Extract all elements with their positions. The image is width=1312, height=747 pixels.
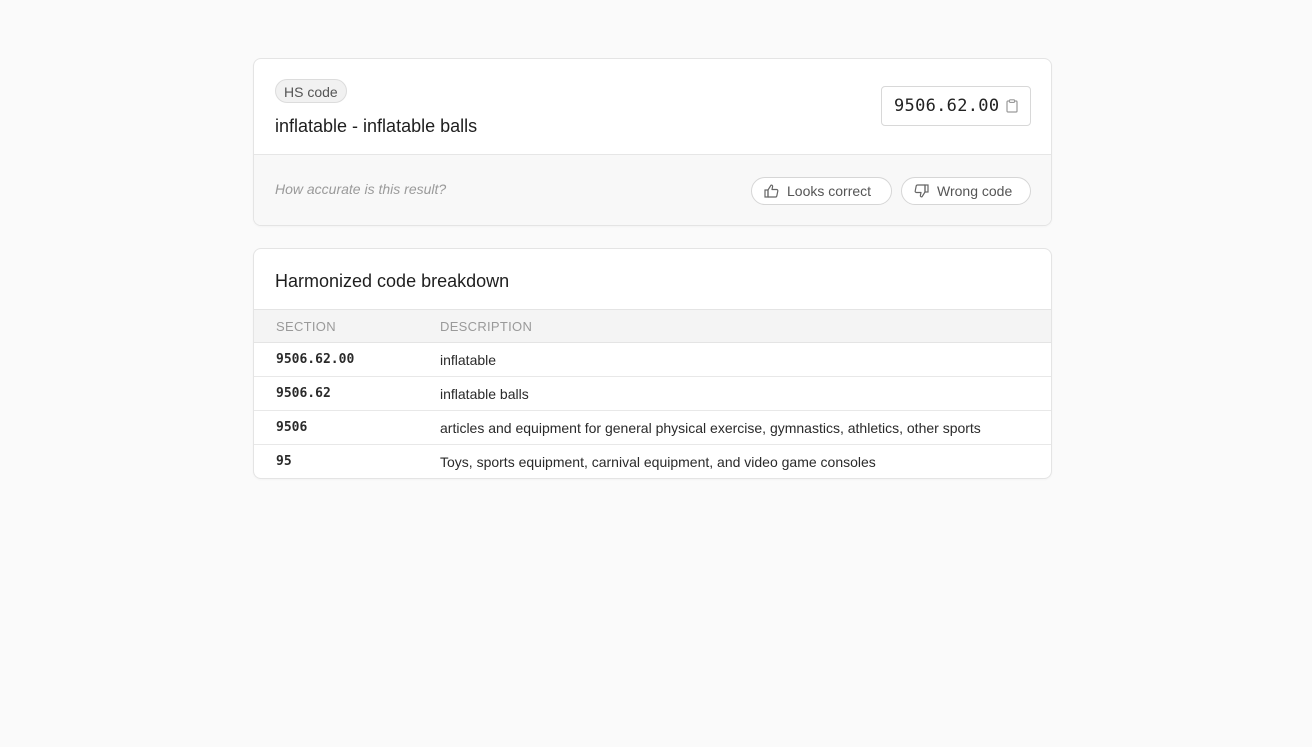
looks-correct-label: Looks correct [787,183,872,199]
breakdown-title: Harmonized code breakdown [275,271,510,291]
section-description: inflatable balls [438,376,1051,411]
table-row: 9506.62.00 inflatable [254,342,1051,377]
clipboard-icon[interactable] [1006,99,1018,113]
result-header: HS code inflatable - inflatable balls 95… [254,59,1051,155]
breakdown-card: Harmonized code breakdown SECTION DESCRI… [253,248,1052,479]
accuracy-question: How accurate is this result? [275,181,447,197]
section-code: 95 [276,454,292,469]
table-row: 9506.62 inflatable balls [254,376,1051,411]
breakdown-table: SECTION DESCRIPTION 9506.62.00 inflatabl… [254,309,1051,478]
table-header-row: SECTION DESCRIPTION [254,309,1051,343]
thumbs-up-icon [764,184,779,198]
section-description: inflatable [438,342,1051,377]
column-header-section: SECTION [254,309,438,343]
section-description: Toys, sports equipment, carnival equipme… [440,453,876,470]
hs-code-chip: HS code [275,79,347,103]
looks-correct-button[interactable]: Looks correct [751,177,892,205]
feedback-bar: How accurate is this result? Looks corre… [254,155,1051,225]
section-code: 9506 [254,410,438,445]
wrong-code-button[interactable]: Wrong code [901,177,1031,205]
code-copy-box[interactable]: 9506.62.00 [881,86,1031,126]
section-description: articles and equipment for general physi… [438,410,1051,445]
wrong-code-label: Wrong code [937,183,1013,199]
result-card: HS code inflatable - inflatable balls 95… [253,58,1052,226]
table-row: 95 Toys, sports equipment, carnival equi… [254,445,1051,479]
table-row: 9506 articles and equipment for general … [254,410,1051,445]
section-code: 9506.62.00 [254,342,438,377]
result-title: inflatable - inflatable balls [275,116,478,136]
thumbs-down-icon [914,184,929,198]
hs-code-value: 9506.62.00 [894,96,1000,116]
section-code: 9506.62 [254,376,438,411]
column-header-description: DESCRIPTION [438,309,1051,343]
